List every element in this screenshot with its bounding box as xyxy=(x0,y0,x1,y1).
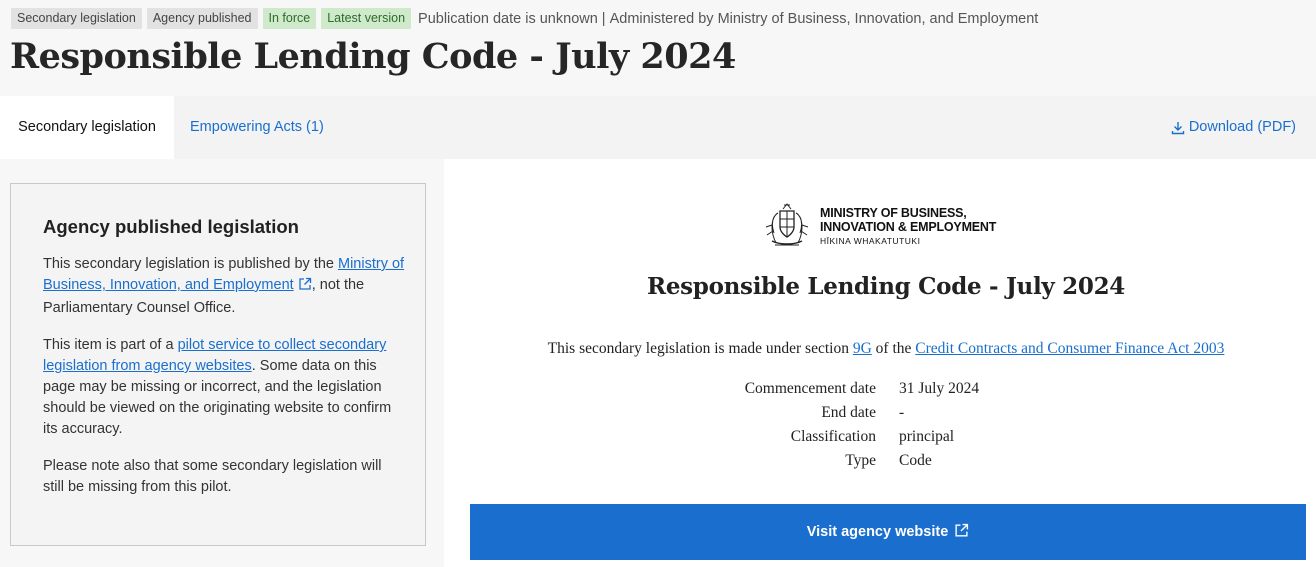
made-under-text: This secondary legislation is made under… xyxy=(547,340,853,357)
tab-secondary-legislation[interactable]: Secondary legislation xyxy=(0,96,174,159)
meta-value: principal xyxy=(899,428,955,445)
publication-date-text: Publication date is unknown xyxy=(418,10,598,27)
badge-agency-published: Agency published xyxy=(146,8,258,29)
download-label: Download (PDF) xyxy=(1188,119,1296,135)
made-under-statement: This secondary legislation is made under… xyxy=(444,340,1316,358)
meta-key: Commencement date xyxy=(744,380,876,397)
meta-row-commencement: Commencement date 31 July 2024 xyxy=(704,377,979,401)
logo-line-2: INNOVATION & EMPLOYMENT xyxy=(820,219,997,234)
infobox-paragraph-1: This secondary legislation is published … xyxy=(43,254,405,319)
meta-key: End date xyxy=(821,404,876,421)
meta-row-type: Type Code xyxy=(704,449,979,473)
agency-info-box: Agency published legislation This second… xyxy=(10,183,426,546)
document-meta-table: Commencement date 31 July 2024 End date … xyxy=(704,377,979,473)
infobox-paragraph-2: This item is part of a pilot service to … xyxy=(43,335,405,440)
empowering-act-link[interactable]: Credit Contracts and Consumer Finance Ac… xyxy=(915,340,1224,357)
download-icon xyxy=(1171,121,1185,135)
administered-by-text: Administered by Ministry of Business, In… xyxy=(609,10,1039,27)
logo-line-1: MINISTRY OF BUSINESS, xyxy=(820,205,967,220)
download-pdf-link[interactable]: Download (PDF) xyxy=(1171,96,1296,159)
coat-of-arms-icon xyxy=(762,201,812,252)
tab-bar: Secondary legislation Empowering Acts (1… xyxy=(0,96,1316,159)
mbie-logo: MINISTRY OF BUSINESS, INNOVATION & EMPLO… xyxy=(762,201,996,252)
meta-value: Code xyxy=(899,452,932,469)
external-link-icon xyxy=(954,523,969,542)
meta-separator: | xyxy=(601,10,606,27)
logo-text: MINISTRY OF BUSINESS, INNOVATION & EMPLO… xyxy=(820,206,996,248)
visit-button-label: Visit agency website xyxy=(806,524,949,540)
page-title: Responsible Lending Code - July 2024 xyxy=(10,36,736,77)
infobox-paragraph-3: Please note also that some secondary leg… xyxy=(43,458,382,495)
infobox-p1-text: This secondary legislation is published … xyxy=(43,256,338,272)
meta-value: 31 July 2024 xyxy=(899,380,980,397)
meta-key: Classification xyxy=(790,428,876,445)
meta-value: - xyxy=(899,404,905,421)
external-link-icon xyxy=(298,277,312,298)
badge-latest-version: Latest version xyxy=(321,8,412,29)
tab-empowering-acts[interactable]: Empowering Acts (1) xyxy=(190,96,324,159)
made-under-mid: of the xyxy=(871,340,916,357)
document-title: Responsible Lending Code - July 2024 xyxy=(647,273,1125,300)
document-panel: MINISTRY OF BUSINESS, INNOVATION & EMPLO… xyxy=(444,159,1316,567)
status-bar: Secondary legislation Agency published I… xyxy=(11,8,1038,29)
badge-secondary-legislation: Secondary legislation xyxy=(11,8,142,29)
infobox-p2-text: This item is part of a xyxy=(43,337,178,353)
meta-row-end-date: End date - xyxy=(704,401,979,425)
meta-key: Type xyxy=(845,452,876,469)
badge-in-force: In force xyxy=(262,8,317,29)
infobox-heading: Agency published legislation xyxy=(43,216,299,237)
logo-line-3: HĪKINA WHAKATUTUKI xyxy=(820,235,921,246)
publication-meta: Publication date is unknown | Administered… xyxy=(418,11,1038,27)
section-9g-link[interactable]: 9G xyxy=(853,340,872,357)
meta-row-classification: Classification principal xyxy=(704,425,979,449)
visit-agency-website-button[interactable]: Visit agency website xyxy=(470,504,1306,560)
